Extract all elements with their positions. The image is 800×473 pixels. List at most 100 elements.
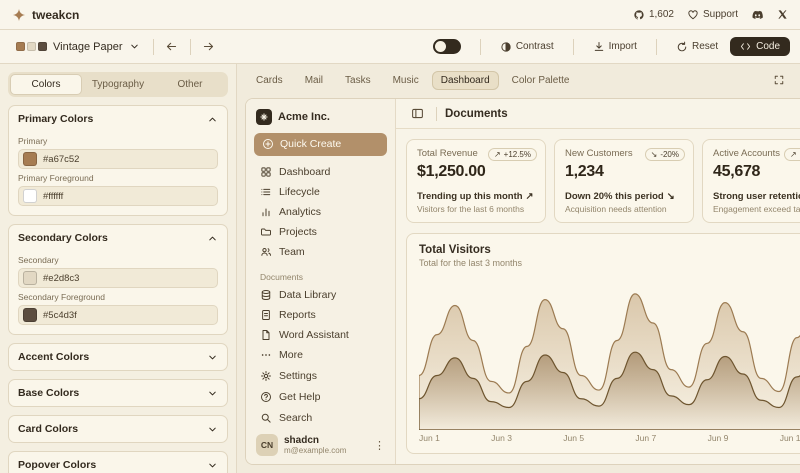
section-accent-colors: Accent Colors — [8, 343, 228, 371]
divider — [436, 107, 437, 121]
sidebar-item-label: Team — [279, 246, 305, 258]
prev-theme-button[interactable] — [161, 36, 183, 58]
list-icon — [260, 186, 272, 198]
theme-selector[interactable]: Vintage Paper — [10, 38, 146, 56]
x-axis-label: Jun 7 — [635, 433, 656, 443]
preview-tab[interactable]: Mail — [296, 71, 332, 90]
trend-badge: ↘-20% — [645, 148, 685, 161]
sidebar-item-projects[interactable]: Projects — [254, 222, 387, 242]
quick-create-label: Quick Create — [280, 138, 341, 150]
user-email: m@example.com — [284, 446, 346, 455]
sidebar-item-reports[interactable]: Reports — [254, 305, 387, 325]
trend-value: -20% — [660, 150, 679, 159]
users-icon — [260, 246, 272, 258]
tweakcn-app: tweakcn 1,602 Support — [0, 0, 800, 473]
logo[interactable]: tweakcn — [12, 8, 79, 22]
editor-tab[interactable]: Typography — [82, 74, 154, 95]
sidebar-item-data-library[interactable]: Data Library — [254, 285, 387, 305]
sidebar-item-label: Settings — [279, 370, 317, 382]
section-header[interactable]: Primary Colors — [9, 106, 227, 132]
sidebar-item-search[interactable]: Search — [254, 407, 387, 428]
color-swatch[interactable] — [23, 308, 37, 322]
section-header[interactable]: Base Colors — [9, 380, 227, 406]
section-header[interactable]: Secondary Colors — [9, 225, 227, 251]
chevron-down-icon — [207, 424, 218, 435]
color-swatch[interactable] — [23, 189, 37, 203]
trend-icon: ↗ — [526, 191, 534, 202]
color-sections: Primary Colors Primary #a67c52 Primary F… — [0, 105, 236, 473]
preview-tab[interactable]: Music — [384, 71, 428, 90]
preview-tab[interactable]: Tasks — [336, 71, 380, 90]
field-label: Primary Foreground — [18, 173, 218, 183]
section-header[interactable]: Accent Colors — [9, 344, 227, 370]
import-icon — [593, 41, 605, 53]
bar-chart-icon — [260, 206, 272, 218]
section-header[interactable]: Popover Colors — [9, 452, 227, 473]
theme-mode-toggle[interactable] — [433, 39, 461, 54]
color-input-primary[interactable]: #a67c52 — [18, 149, 218, 169]
theme-controls: Vintage Paper — [10, 36, 220, 58]
fullscreen-button[interactable] — [768, 69, 790, 91]
support-button[interactable]: Support — [687, 9, 738, 21]
editor-tab[interactable]: Other — [154, 74, 226, 95]
folder-icon — [260, 226, 272, 238]
sidebar-item-get-help[interactable]: Get Help — [254, 386, 387, 407]
star-count: 1,602 — [649, 9, 674, 20]
discord-button[interactable] — [751, 8, 764, 21]
stat-value: 45,678 — [713, 163, 800, 181]
app-main: Documents Total Revenue $1,250.00 ↗+12.5… — [396, 99, 800, 464]
hex-value: #5c4d3f — [43, 310, 77, 321]
next-theme-button[interactable] — [198, 36, 220, 58]
x-twitter-button[interactable] — [777, 9, 788, 20]
x-axis-label: Jun 1 — [419, 433, 440, 443]
tweakcn-logo-icon — [12, 8, 26, 22]
company-menu[interactable]: Acme Inc. — [254, 107, 387, 133]
sidebar-item-label: Get Help — [279, 391, 320, 403]
github-stars-button[interactable]: 1,602 — [633, 9, 674, 21]
user-menu-ellipsis-icon[interactable]: ⋮ — [374, 439, 385, 452]
user-menu[interactable]: CN shadcn m@example.com ⋮ — [254, 428, 387, 456]
dashboard-preview: Acme Inc. Quick Create Dashboard Lifecyc… — [245, 98, 800, 465]
reset-icon — [676, 41, 688, 53]
grid-icon — [260, 166, 272, 178]
section-popover-colors: Popover Colors — [8, 451, 228, 473]
sidebar-item-more[interactable]: More — [254, 345, 387, 365]
import-button[interactable]: Import — [593, 41, 637, 53]
color-swatch[interactable] — [23, 152, 37, 166]
theme-chip-secondary — [27, 42, 36, 51]
sidebar-item-analytics[interactable]: Analytics — [254, 202, 387, 222]
theme-chip-primary — [16, 42, 25, 51]
code-button[interactable]: Code — [730, 37, 790, 56]
quick-create-button[interactable]: Quick Create — [254, 133, 387, 156]
color-swatch[interactable] — [23, 271, 37, 285]
avatar: CN — [256, 434, 278, 456]
page-title: Documents — [445, 108, 508, 120]
sidebar-item-dashboard[interactable]: Dashboard — [254, 162, 387, 182]
theme-chip-accent — [38, 42, 47, 51]
toolbar: Vintage Paper Contrast Import — [0, 30, 800, 64]
sidebar-item-team[interactable]: Team — [254, 242, 387, 262]
preview-tab[interactable]: Color Palette — [503, 71, 579, 90]
theme-color-chips — [16, 42, 47, 51]
sidebar-item-settings[interactable]: Settings — [254, 365, 387, 386]
reset-button[interactable]: Reset — [676, 41, 718, 53]
field-label: Secondary — [18, 255, 218, 265]
trend-badge: ↗+12.5% — [488, 148, 537, 161]
color-input-primary-foreground[interactable]: #ffffff — [18, 186, 218, 206]
color-input-secondary-foreground[interactable]: #5c4d3f — [18, 305, 218, 325]
area-chart[interactable] — [419, 276, 800, 430]
color-input-secondary[interactable]: #e2d8c3 — [18, 268, 218, 288]
main-content: Colors Typography Other Primary Colors P… — [0, 64, 800, 473]
preview-tab[interactable]: Cards — [247, 71, 292, 90]
x-axis-label: Jun 3 — [491, 433, 512, 443]
editor-tab[interactable]: Colors — [10, 74, 82, 95]
preview-tab[interactable]: Dashboard — [432, 71, 499, 90]
section-header[interactable]: Card Colors — [9, 416, 227, 442]
sidebar-item-lifecycle[interactable]: Lifecycle — [254, 182, 387, 202]
area-chart-svg — [419, 276, 800, 430]
section-title: Popover Colors — [18, 459, 96, 471]
stat-footer-secondary: Engagement exceed targets — [713, 204, 800, 214]
sidebar-item-word-assistant[interactable]: Word Assistant — [254, 325, 387, 345]
contrast-button[interactable]: Contrast — [500, 41, 554, 53]
sidebar-toggle-button[interactable] — [406, 103, 428, 125]
